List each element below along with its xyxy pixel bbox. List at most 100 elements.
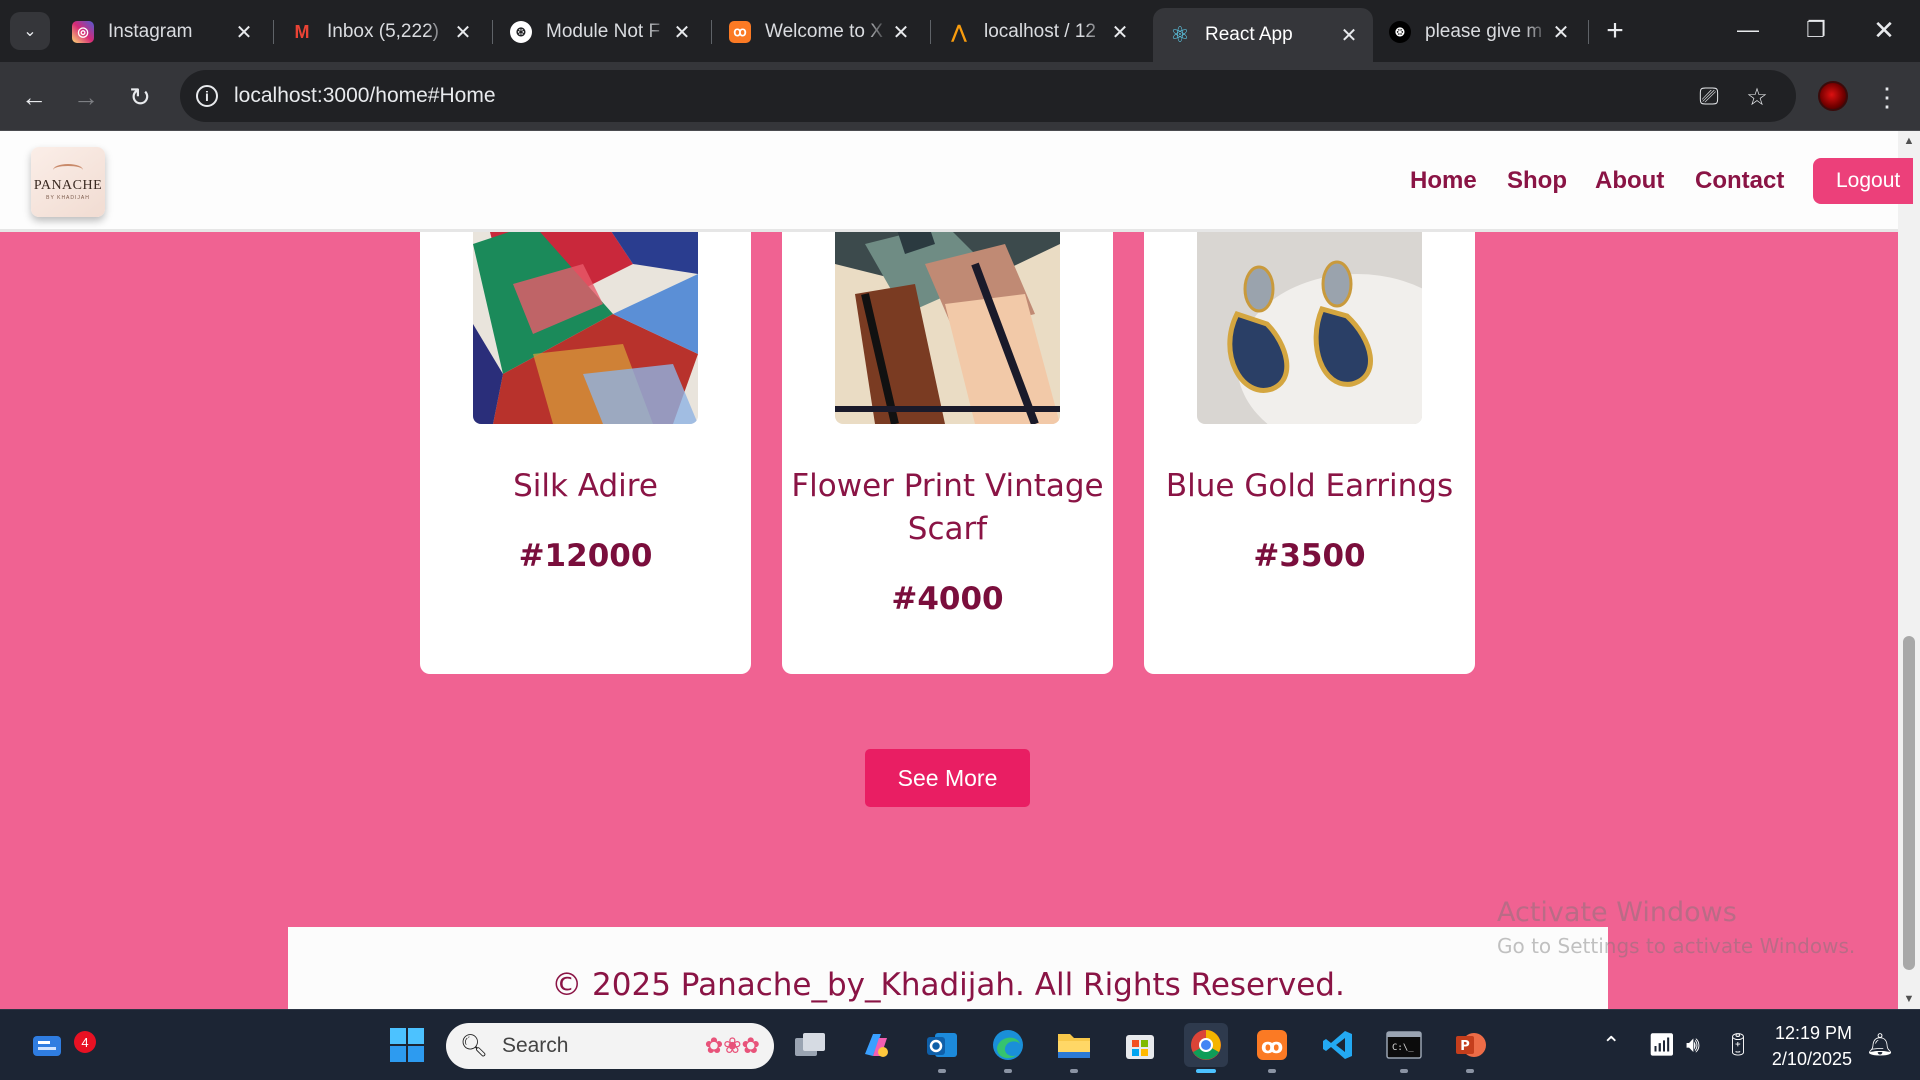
start-button[interactable] (385, 1023, 429, 1067)
volume-icon[interactable]: 🔊︎ (1686, 1032, 1700, 1058)
chatgpt-icon: ⊛ (510, 21, 532, 43)
chrome-button[interactable] (1184, 1023, 1228, 1073)
copilot-icon (865, 1034, 888, 1057)
browser-menu-button[interactable]: ⋮ (1872, 82, 1902, 112)
close-icon[interactable]: ✕ (1337, 23, 1361, 47)
site-logo[interactable]: PANACHE BY KHADIJAH (31, 147, 105, 217)
instagram-icon: ◎ (72, 21, 94, 43)
close-icon[interactable]: ✕ (670, 20, 694, 44)
watermark-subtitle: Go to Settings to activate Windows. (1497, 934, 1856, 958)
page-viewport: Silk Adire #12000 Flower Print Vintage S… (0, 131, 1920, 1009)
notifications-bell-icon[interactable]: 🔔︎ (1866, 1032, 1894, 1058)
reload-button[interactable]: ↻ (120, 77, 160, 117)
restore-button[interactable]: ❐ (1786, 8, 1846, 52)
tab-react-app[interactable]: ⚛ React App ✕ (1153, 8, 1373, 62)
new-tab-button[interactable]: + (1598, 14, 1632, 48)
vscode-icon (1323, 1031, 1352, 1059)
outlook-icon (927, 1033, 957, 1057)
widgets-icon (33, 1036, 61, 1056)
activate-windows-watermark: Activate Windows Go to Settings to activ… (1497, 897, 1855, 958)
close-icon[interactable]: ✕ (889, 20, 913, 44)
file-explorer-button[interactable] (1052, 1023, 1096, 1073)
windows-taskbar: 4 🔍︎ Search ✿❀✿ ꝏ C:\_ P ⌃ 📶︎ 🔊︎ 🔋︎ 12:1… (0, 1009, 1920, 1080)
widgets-button[interactable]: 4 (26, 1023, 96, 1067)
logo-subtext: BY KHADIJAH (46, 194, 90, 201)
powerpoint-button[interactable]: P (1448, 1023, 1492, 1073)
xampp-icon: ꝏ (729, 21, 751, 43)
more-vert-icon: ⋮ (1874, 81, 1900, 112)
tab-phpmyadmin[interactable]: ⋀ localhost / 12 ✕ (932, 10, 1144, 54)
nav-about[interactable]: About (1595, 167, 1664, 195)
logo-text: PANACHE (33, 177, 103, 193)
store-icon (1126, 1035, 1154, 1059)
show-hidden-icons-chevron-icon[interactable]: ⌃ (1602, 1032, 1620, 1058)
watermark-title: Activate Windows (1497, 897, 1737, 928)
edge-button[interactable] (986, 1023, 1030, 1073)
close-icon[interactable]: ✕ (1549, 20, 1573, 44)
logo-mark-icon (53, 163, 83, 176)
product-image-silk-adire (473, 204, 698, 424)
tab-chatgpt-module[interactable]: ⊛ Module Not F ✕ (494, 10, 706, 54)
close-icon: ✕ (1873, 14, 1895, 45)
svg-text:P: P (1460, 1039, 1470, 1054)
outlook-button[interactable] (920, 1023, 964, 1073)
reload-icon: ↻ (129, 81, 151, 112)
phpmyadmin-icon: ⋀ (951, 21, 967, 42)
tab-search-button[interactable]: ⌄ (10, 12, 50, 50)
nav-home[interactable]: Home (1410, 167, 1477, 195)
tab-gmail[interactable]: M Inbox (5,222) ✕ (275, 10, 487, 54)
logout-button[interactable]: Logout (1813, 158, 1913, 204)
svg-text:ꝏ: ꝏ (1261, 1034, 1283, 1058)
product-price: #12000 (518, 538, 653, 574)
tab-title: Instagram (108, 21, 193, 42)
tab-title: Welcome to X (765, 21, 883, 42)
edge-icon (993, 1030, 1023, 1060)
powerpoint-icon: P (1456, 1033, 1486, 1057)
vscode-button[interactable] (1316, 1023, 1360, 1067)
scrollbar-thumb[interactable] (1903, 636, 1915, 970)
product-price: #4000 (891, 581, 1004, 617)
browser-tab-strip: ⌄ ◎ Instagram ✕ M Inbox (5,222) ✕ ⊛ Modu… (0, 0, 1920, 62)
tab-chatgpt-please[interactable]: ⊛ please give m ✕ (1373, 10, 1585, 54)
close-icon[interactable]: ✕ (232, 20, 256, 44)
xampp-icon: ꝏ (1257, 1030, 1287, 1060)
svg-text:C:\_: C:\_ (1392, 1043, 1414, 1053)
forward-button[interactable]: → (66, 77, 106, 117)
product-image-blue-gold-earrings (1197, 204, 1422, 424)
scroll-down-icon[interactable]: ▼ (1898, 989, 1920, 1009)
nav-contact[interactable]: Contact (1695, 167, 1784, 195)
bookmark-star-icon[interactable]: ☆ (1744, 84, 1770, 111)
terminal-button[interactable]: C:\_ (1382, 1023, 1426, 1073)
see-more-button[interactable]: See More (865, 749, 1030, 807)
install-app-icon[interactable]: ⎚ (1696, 83, 1722, 110)
scroll-up-icon[interactable]: ▲ (1898, 131, 1920, 151)
close-icon[interactable]: ✕ (1108, 20, 1132, 44)
copilot-button[interactable] (854, 1023, 898, 1067)
taskbar-search[interactable]: 🔍︎ Search ✿❀✿ (446, 1023, 774, 1069)
tab-xampp[interactable]: ꝏ Welcome to X ✕ (713, 10, 925, 54)
tab-instagram[interactable]: ◎ Instagram ✕ (56, 10, 268, 54)
windows-start-icon (390, 1028, 424, 1062)
minimize-icon: — (1737, 17, 1759, 42)
profile-avatar[interactable] (1818, 81, 1848, 111)
taskbar-clock[interactable]: 12:19 PM 2/10/2025 (1752, 1020, 1852, 1072)
minimize-button[interactable]: — (1718, 8, 1778, 52)
site-info-icon[interactable]: i (196, 85, 218, 107)
task-view-button[interactable] (788, 1023, 832, 1067)
back-button[interactable]: ← (14, 77, 54, 117)
close-icon[interactable]: ✕ (451, 20, 475, 44)
product-name: Blue Gold Earrings (1165, 468, 1454, 504)
notification-badge: 4 (74, 1031, 96, 1053)
nav-shop[interactable]: Shop (1507, 167, 1567, 195)
xampp-button[interactable]: ꝏ (1250, 1023, 1294, 1073)
wifi-icon[interactable]: 📶︎ (1648, 1032, 1676, 1058)
product-image-vintage-scarf (835, 204, 1060, 424)
chevron-down-icon: ⌄ (23, 23, 37, 40)
close-window-button[interactable]: ✕ (1854, 8, 1914, 52)
page-scrollbar[interactable]: ▲ ▼ (1898, 131, 1920, 1009)
battery-charging-icon[interactable]: 🔋︎ (1724, 1032, 1752, 1058)
address-bar[interactable]: i localhost:3000/home#Home ⎚ ☆ (180, 70, 1796, 122)
url-text[interactable]: localhost:3000/home#Home (234, 84, 496, 108)
clock-time: 12:19 PM (1774, 1023, 1852, 1043)
microsoft-store-button[interactable] (1118, 1023, 1162, 1067)
